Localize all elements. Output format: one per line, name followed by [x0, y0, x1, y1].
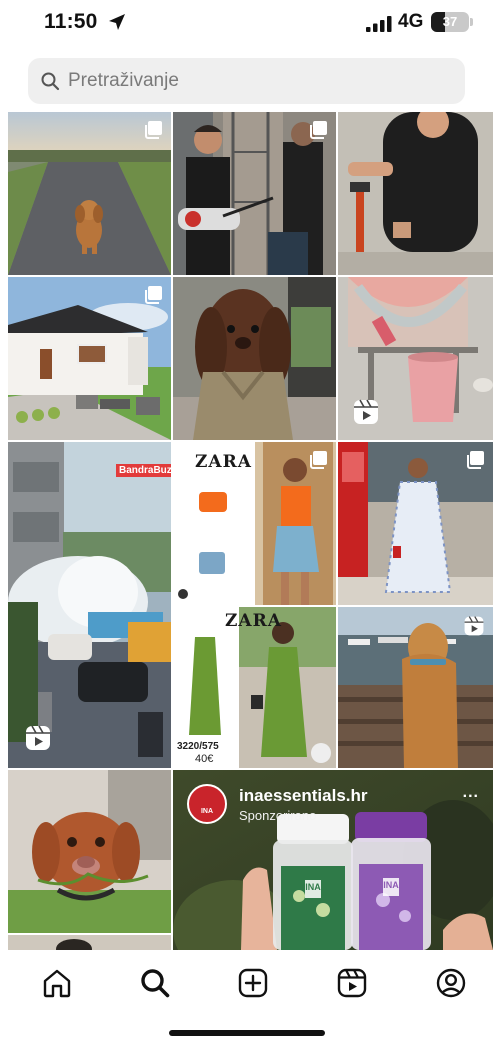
tile-image	[8, 935, 171, 950]
grid-tile-pipe-toilet[interactable]	[338, 112, 493, 275]
search-icon[interactable]	[138, 966, 172, 1000]
status-bar: 11:50 4G 37	[0, 0, 493, 48]
tile-image	[173, 277, 336, 440]
sponsored-ad-tile[interactable]: INA inaessentials.hr Sponzorirano ... IN…	[173, 770, 493, 950]
zara-logo: ZARA	[195, 452, 252, 472]
grid-tile-dog-on-road[interactable]	[8, 112, 171, 275]
search-icon	[41, 72, 60, 91]
bottom-navigation	[0, 952, 493, 1014]
grid-tile-vizsla-puppy[interactable]	[8, 770, 171, 933]
battery-cap	[470, 18, 473, 26]
reels-icon	[26, 725, 50, 750]
profile-icon[interactable]	[434, 966, 468, 1000]
multi-photo-icon	[145, 286, 162, 304]
multi-photo-icon	[310, 121, 327, 139]
cellular-signal-icon	[366, 16, 392, 32]
multi-photo-icon	[145, 121, 162, 139]
reels-icon[interactable]	[335, 966, 369, 1000]
zara-logo: ZARA	[225, 611, 282, 631]
reels-icon	[354, 399, 378, 424]
grid-tile-partial[interactable]	[8, 935, 171, 950]
news-brand-label: BandraBuzz	[116, 464, 171, 477]
home-indicator[interactable]	[169, 1030, 325, 1036]
reels-icon	[464, 616, 484, 636]
search-bar[interactable]	[28, 58, 465, 104]
grid-tile-zara-outfit-1[interactable]: ZARA	[173, 442, 336, 605]
plus-square-icon[interactable]	[236, 966, 270, 1000]
tile-image	[8, 770, 171, 933]
grid-tile-toilet-experiment[interactable]	[338, 277, 493, 440]
jar-label-1: INA	[305, 882, 321, 892]
zara-price-code: 3220/575	[177, 741, 219, 752]
network-type: 4G	[398, 11, 424, 32]
home-icon[interactable]	[40, 966, 74, 1000]
advertiser-logo-text: INA	[200, 808, 214, 815]
battery-level: 37	[442, 14, 458, 29]
tile-image	[8, 442, 171, 768]
search-input[interactable]	[68, 66, 448, 96]
more-options-button[interactable]: ...	[463, 784, 479, 802]
grid-tile-guitarist-band[interactable]	[173, 112, 336, 275]
advertiser-name[interactable]: inaessentials.hr	[239, 786, 368, 806]
grid-tile-dog-in-trench[interactable]	[173, 277, 336, 440]
multi-photo-icon	[467, 451, 484, 469]
battery-icon: 37	[431, 12, 469, 32]
location-arrow-icon	[109, 14, 125, 30]
explore-grid: BandraBuzz ZARA	[8, 112, 493, 950]
status-time: 11:50	[44, 10, 98, 33]
grid-tile-modern-house[interactable]	[8, 277, 171, 440]
advertiser-avatar[interactable]: INA	[187, 784, 227, 824]
grid-tile-zara-outfit-2[interactable]: ZARA 3220/575 40€	[173, 607, 336, 768]
grid-tile-water-burst-street[interactable]: BandraBuzz	[8, 442, 171, 768]
jar-label-2: INA	[383, 880, 399, 890]
multi-photo-icon	[310, 451, 327, 469]
tile-image	[338, 112, 493, 275]
grid-tile-dog-harbor[interactable]	[338, 607, 493, 768]
sponsored-label: Sponzorirano	[239, 808, 317, 823]
zara-price: 40€	[195, 753, 214, 765]
grid-tile-woman-floral-dress[interactable]	[338, 442, 493, 605]
